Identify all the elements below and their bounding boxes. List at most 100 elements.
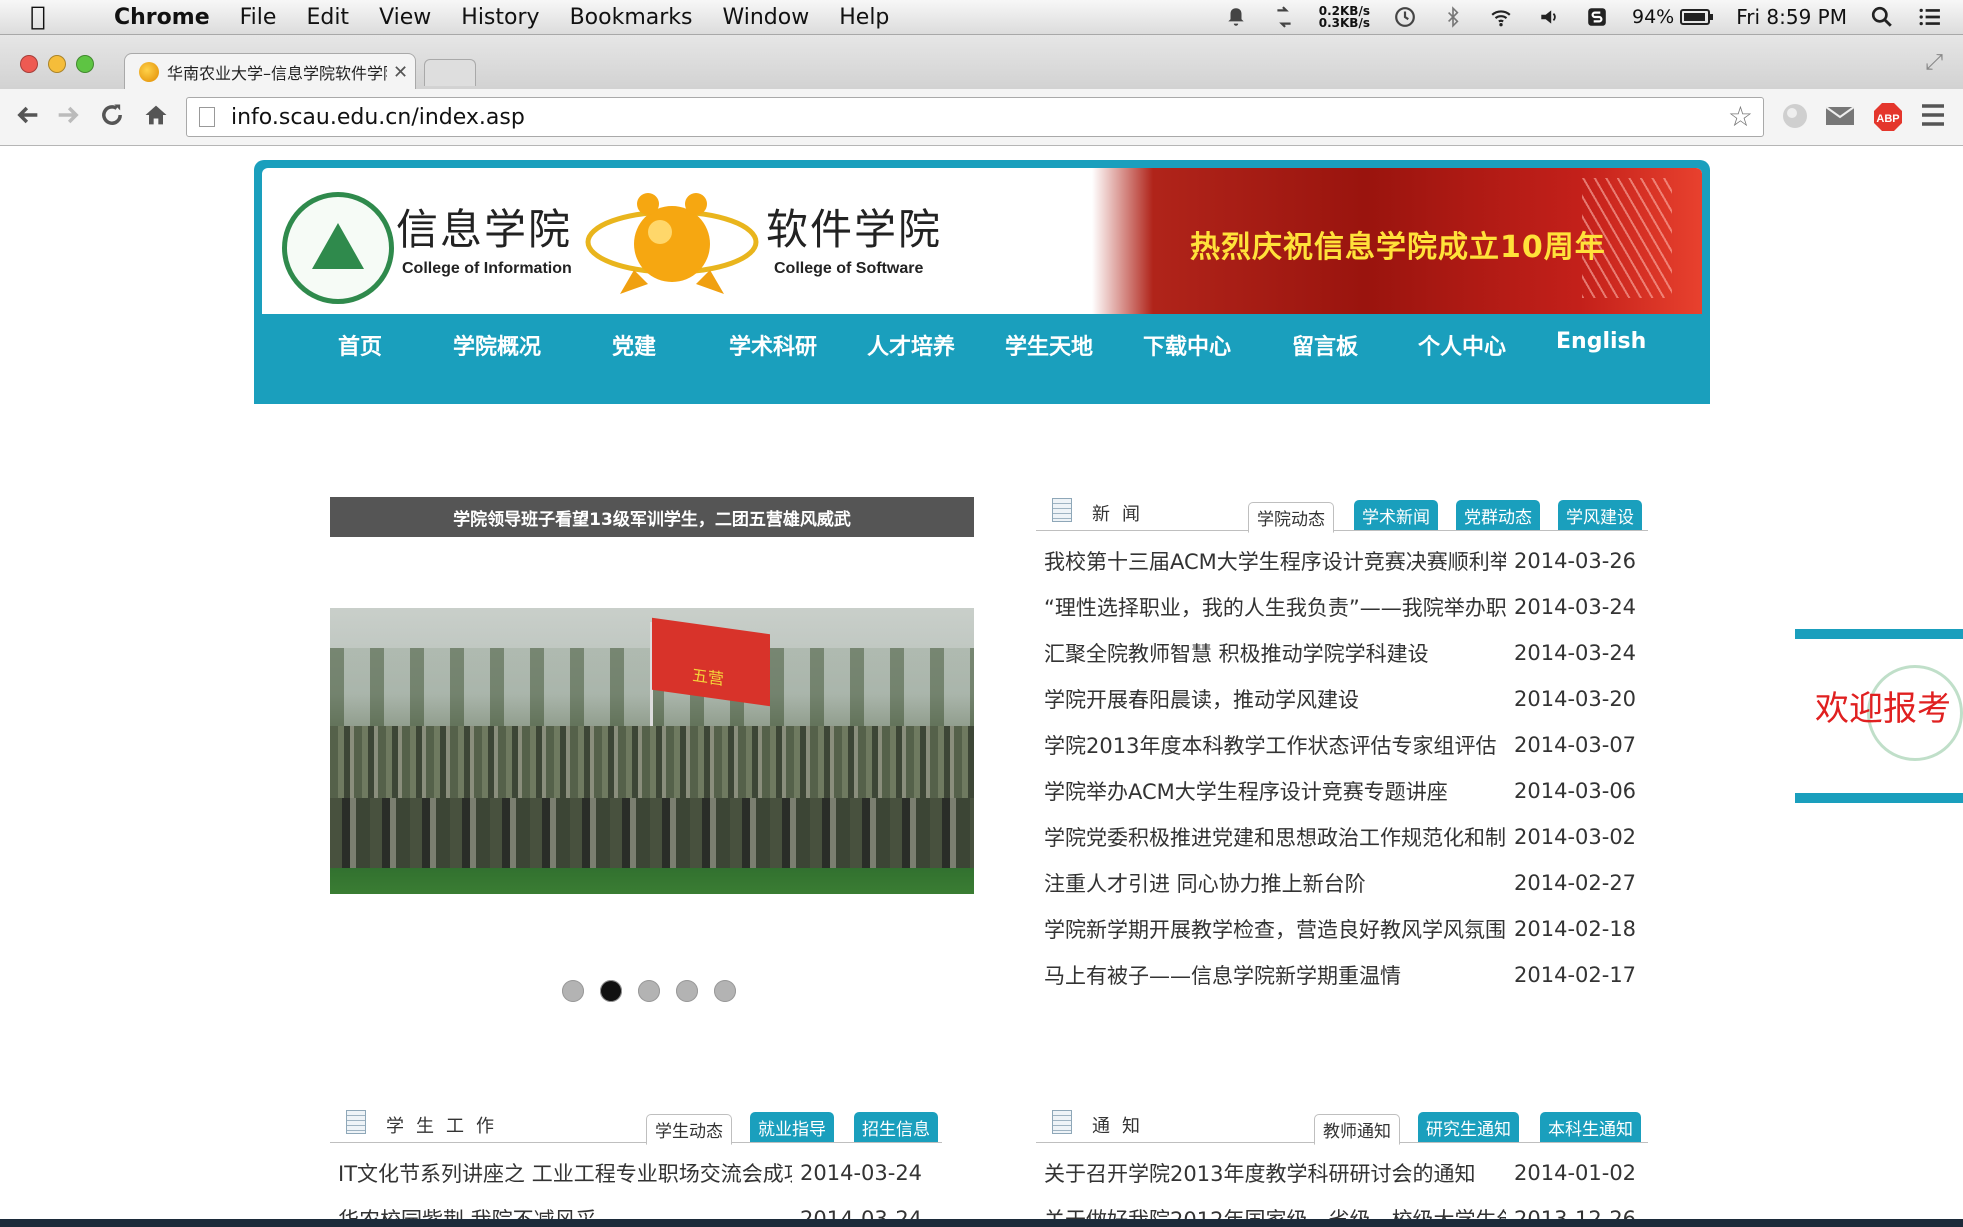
chrome-menu-icon[interactable] — [1920, 101, 1946, 129]
menu-view[interactable]: View — [379, 5, 431, 30]
tab-close-icon[interactable]: ✕ — [393, 62, 408, 83]
nav-overview[interactable]: 学院概况 — [453, 329, 541, 361]
notification-center-icon[interactable] — [1917, 6, 1943, 28]
spotlight-search-icon[interactable] — [1869, 6, 1895, 28]
student-item-title[interactable]: IT文化节系列讲座之 工业工程专业职场交流会成功举办 — [338, 1158, 792, 1188]
news-item[interactable]: 注重人才引进 同心协力推上新台阶 2014-02-27 — [1044, 860, 1636, 906]
tab-study-style[interactable]: 学风建设 — [1558, 500, 1642, 530]
browser-tab-active[interactable]: 华南农业大学–信息学院软件学院 ✕ — [124, 53, 416, 90]
slide-dot-3[interactable] — [638, 980, 660, 1002]
apple-menu-icon[interactable]:  — [30, 2, 68, 32]
notice-title[interactable]: 关于做好我院2012年国家级、省级、校级大学生创新 — [1044, 1204, 1506, 1219]
sync-arrows-icon[interactable] — [1271, 6, 1297, 28]
notice-item[interactable]: 关于召开学院2013年度教学科研研讨会的通知 2014-01-02 — [1044, 1150, 1636, 1196]
address-bar[interactable]: ☆ — [186, 97, 1764, 137]
slide-dot-2[interactable] — [600, 980, 622, 1002]
slideshow-dots — [562, 980, 752, 1002]
menubar-clock[interactable]: Fri 8:59 PM — [1736, 5, 1847, 29]
anniversary-banner[interactable]: 热烈庆祝信息学院成立10周年 — [1092, 168, 1702, 314]
tab-undergrad-notices[interactable]: 本科生通知 — [1540, 1112, 1641, 1142]
nav-guestbook[interactable]: 留言板 — [1292, 329, 1358, 361]
tab-party-news[interactable]: 党群动态 — [1456, 500, 1540, 530]
notice-date: 2014-01-02 — [1514, 1161, 1637, 1185]
bluetooth-icon[interactable] — [1440, 6, 1466, 28]
notice-date: 2013-12-26 — [1514, 1207, 1637, 1219]
nav-english[interactable]: English — [1556, 329, 1646, 354]
news-date: 2014-03-02 — [1514, 825, 1637, 849]
nav-downloads[interactable]: 下载中心 — [1143, 329, 1231, 361]
nav-home[interactable]: 首页 — [338, 329, 382, 361]
slide-dot-4[interactable] — [676, 980, 698, 1002]
tab-career-guidance[interactable]: 就业指导 — [750, 1112, 834, 1142]
home-icon[interactable] — [142, 101, 170, 129]
admissions-side-banner[interactable]: 欢迎报考 — [1795, 629, 1963, 803]
news-item[interactable]: 学院新学期开展教学检查，营造良好教风学风氛围 2014-02-18 — [1044, 906, 1636, 952]
news-title[interactable]: 汇聚全院教师智慧 积极推动学院学科建设 — [1044, 638, 1506, 668]
new-tab-button[interactable] — [424, 59, 476, 86]
menu-help[interactable]: Help — [839, 5, 889, 30]
menu-app-chrome[interactable]: Chrome — [114, 5, 210, 30]
nav-education[interactable]: 人才培养 — [867, 329, 955, 361]
news-item[interactable]: 我校第十三届ACM大学生程序设计竞赛决赛顺利举行 2014-03-26 — [1044, 538, 1636, 584]
window-minimize-button[interactable] — [48, 55, 66, 73]
slideshow-photo[interactable]: 五营 — [330, 608, 974, 894]
back-arrow-icon[interactable] — [14, 101, 42, 129]
tab-teacher-notices[interactable]: 教师通知 — [1314, 1114, 1400, 1145]
bookmark-star-icon[interactable]: ☆ — [1728, 100, 1753, 133]
student-item[interactable]: 华农校园紫荆 我院不减风采 2014-03-24 — [338, 1196, 922, 1219]
menu-file[interactable]: File — [240, 5, 277, 30]
menu-edit[interactable]: Edit — [306, 5, 349, 30]
nav-research[interactable]: 学术科研 — [729, 329, 817, 361]
university-seal-logo[interactable] — [282, 192, 394, 304]
student-item-title[interactable]: 华农校园紫荆 我院不减风采 — [338, 1204, 792, 1219]
news-title[interactable]: 我校第十三届ACM大学生程序设计竞赛决赛顺利举行 — [1044, 546, 1506, 576]
tab-student-news[interactable]: 学生动态 — [646, 1114, 732, 1145]
slide-dot-1[interactable] — [562, 980, 584, 1002]
menu-bookmarks[interactable]: Bookmarks — [570, 5, 693, 30]
news-title[interactable]: 学院开展春阳晨读，推动学风建设 — [1044, 684, 1506, 714]
globe-extension-icon[interactable] — [1780, 101, 1810, 131]
nav-students[interactable]: 学生天地 — [1005, 329, 1093, 361]
battery-icon[interactable] — [1680, 8, 1714, 26]
nav-party[interactable]: 党建 — [612, 329, 656, 361]
news-title[interactable]: 学院举办ACM大学生程序设计竞赛专题讲座 — [1044, 776, 1506, 806]
news-item[interactable]: “理性选择职业，我的人生我负责”——我院举办职业生涯规划讲座 2014-03-24 — [1044, 584, 1636, 630]
student-item[interactable]: IT文化节系列讲座之 工业工程专业职场交流会成功举办 2014-03-24 — [338, 1150, 922, 1196]
news-item[interactable]: 汇聚全院教师智慧 积极推动学院学科建设 2014-03-24 — [1044, 630, 1636, 676]
news-title[interactable]: 注重人才引进 同心协力推上新台阶 — [1044, 868, 1506, 898]
adblock-plus-icon[interactable]: ABP — [1872, 101, 1904, 133]
news-item[interactable]: 学院2013年度本科教学工作状态评估专家组评估 2014-03-07 — [1044, 722, 1636, 768]
tab-graduate-notices[interactable]: 研究生通知 — [1418, 1112, 1519, 1142]
news-item[interactable]: 学院举办ACM大学生程序设计竞赛专题讲座 2014-03-06 — [1044, 768, 1636, 814]
menu-window[interactable]: Window — [722, 5, 809, 30]
news-title[interactable]: 学院新学期开展教学检查，营造良好教风学风氛围 — [1044, 914, 1506, 944]
forward-arrow-icon[interactable] — [54, 101, 82, 129]
news-item[interactable]: 马上有被子——信息学院新学期重温情 2014-02-17 — [1044, 952, 1636, 998]
mail-icon[interactable] — [1824, 101, 1856, 131]
news-title[interactable]: 学院党委积极推进党建和思想政治工作规范化和制度化 — [1044, 822, 1506, 852]
news-item[interactable]: 学院党委积极推进党建和思想政治工作规范化和制度化 2014-03-02 — [1044, 814, 1636, 860]
notification-bell-icon[interactable] — [1223, 6, 1249, 28]
news-title[interactable]: “理性选择职业，我的人生我负责”——我院举办职业生涯规划讲座 — [1044, 592, 1506, 622]
slideshow-caption[interactable]: 学院领导班子看望13级军训学生，二团五营雄风威武 — [330, 497, 974, 537]
tab-college-news[interactable]: 学院动态 — [1248, 502, 1334, 533]
fullscreen-icon[interactable]: ⤢ — [1925, 50, 1943, 75]
notice-item[interactable]: 关于做好我院2012年国家级、省级、校级大学生创新 2013-12-26 — [1044, 1196, 1636, 1219]
menu-history[interactable]: History — [461, 5, 539, 30]
nav-personal[interactable]: 个人中心 — [1418, 329, 1506, 361]
news-title[interactable]: 马上有被子——信息学院新学期重温情 — [1044, 960, 1506, 990]
slide-dot-5[interactable] — [714, 980, 736, 1002]
reload-icon[interactable] — [98, 101, 126, 129]
news-title[interactable]: 学院2013年度本科教学工作状态评估专家组评估 — [1044, 730, 1506, 760]
skitch-icon[interactable] — [1584, 6, 1610, 28]
url-input[interactable] — [229, 103, 1683, 131]
wifi-icon[interactable] — [1488, 6, 1514, 28]
volume-icon[interactable] — [1536, 6, 1562, 28]
time-machine-icon[interactable] — [1392, 6, 1418, 28]
window-zoom-button[interactable] — [76, 55, 94, 73]
tab-academic-news[interactable]: 学术新闻 — [1354, 500, 1438, 530]
notice-title[interactable]: 关于召开学院2013年度教学科研研讨会的通知 — [1044, 1158, 1506, 1188]
tab-admissions[interactable]: 招生信息 — [854, 1112, 938, 1142]
news-item[interactable]: 学院开展春阳晨读，推动学风建设 2014-03-20 — [1044, 676, 1636, 722]
window-close-button[interactable] — [20, 55, 38, 73]
